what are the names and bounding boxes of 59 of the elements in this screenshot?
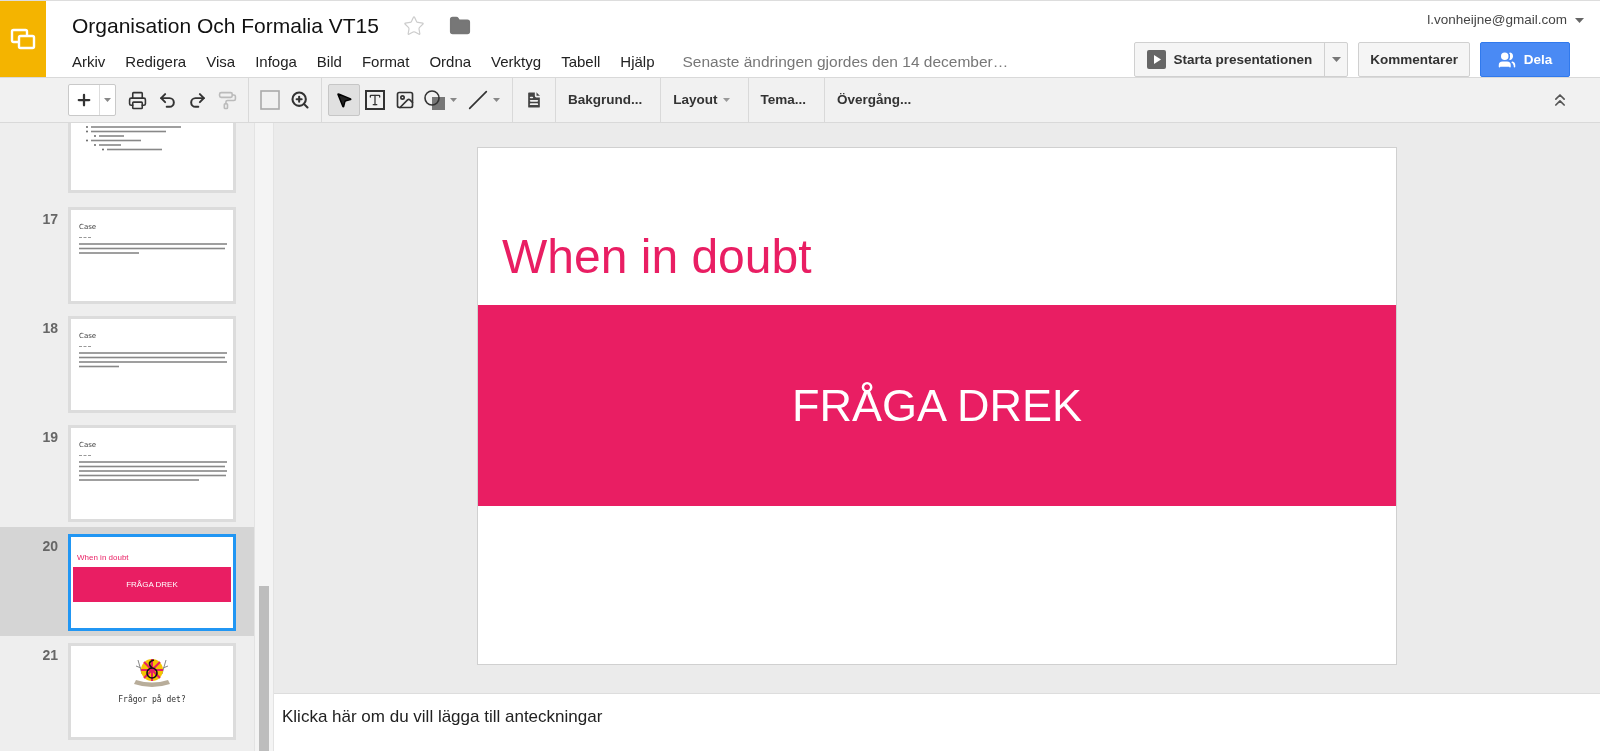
slide-number: 21: [42, 646, 58, 664]
print-icon: [127, 90, 147, 110]
thumbnail-text: Frågor på det?: [118, 695, 186, 704]
notes-placeholder[interactable]: Klicka här om du vill lägga till anteckningar: [282, 707, 603, 726]
band-text[interactable]: FRÅGA DREK: [791, 371, 1083, 440]
menu-item[interactable]: Tabell: [561, 50, 601, 74]
thumbnail-title: When in doubt: [76, 553, 130, 563]
menu-item[interactable]: Infoga: [255, 50, 297, 74]
plus-icon: [75, 91, 93, 109]
title-band[interactable]: FRÅGA DREK: [478, 305, 1396, 506]
star-icon[interactable]: [402, 15, 425, 37]
slide-number: 17: [42, 210, 58, 228]
menu-item[interactable]: Verktyg: [491, 50, 542, 74]
caret-icon[interactable]: [450, 98, 457, 102]
band-text: FRÅGA DREK: [126, 578, 178, 591]
menu-item[interactable]: Bild: [316, 50, 342, 74]
play-icon: [1147, 50, 1167, 70]
fit-icon: [259, 89, 281, 111]
caret-icon: [1331, 57, 1341, 63]
toolbar-text-button[interactable]: Tema...: [748, 77, 819, 123]
toolbar-text-button[interactable]: Övergång...: [825, 77, 924, 123]
select-tool-button[interactable]: [328, 84, 360, 116]
menu-item[interactable]: Redigera: [125, 50, 187, 74]
last-edit-link[interactable]: Senaste ändringen gjordes den 14 december…: [682, 50, 1009, 74]
undo-icon: [157, 90, 177, 110]
people-icon: [1497, 50, 1516, 69]
slide-thumbnail[interactable]: Frågor på det?: [68, 643, 236, 740]
zoom-icon: [290, 90, 310, 110]
slide-number: 18: [42, 319, 58, 337]
menu-item[interactable]: Hjälp: [620, 50, 655, 74]
slide-thumbnail[interactable]: [68, 123, 236, 193]
slide-number: 20: [42, 537, 58, 555]
toolbar-text-button[interactable]: Bakgrund...: [556, 77, 655, 123]
caret-icon[interactable]: [493, 98, 500, 102]
document-title[interactable]: Organisation Och Formalia VT15: [72, 10, 379, 42]
slides-logo-icon: [10, 27, 36, 51]
menu-item[interactable]: Ordna: [429, 50, 472, 74]
toolbar-text-button[interactable]: Layout: [661, 77, 742, 123]
folder-icon[interactable]: [448, 15, 471, 37]
caret-icon: [104, 98, 111, 102]
menu-item[interactable]: Format: [361, 50, 410, 74]
slide-title[interactable]: When in doubt: [502, 229, 812, 285]
shapes-icon: [423, 89, 447, 111]
slide-thumbnail[interactable]: When in doubt FRÅGA DREK: [68, 534, 236, 631]
menu-item[interactable]: Arkiv: [72, 50, 106, 74]
cursor-icon: [335, 91, 353, 109]
redo-icon: [187, 90, 207, 110]
image-icon: [395, 90, 415, 110]
slide-thumbnail-row[interactable]: 20 When in doubt FRÅGA DREK: [0, 527, 254, 636]
slide-number: 19: [42, 428, 58, 446]
caret-icon[interactable]: [1575, 17, 1584, 23]
account-email[interactable]: l.vonheijne@gmail.com: [1427, 10, 1567, 31]
slide-thumbnail-row[interactable]: 21 Frågor på det?: [0, 636, 254, 745]
line-icon: [468, 90, 488, 110]
scrollbar-thumb[interactable]: [259, 586, 269, 751]
text-box-icon: [365, 90, 385, 110]
paint-roller-icon: [217, 90, 237, 110]
menu-item[interactable]: Visa: [206, 50, 236, 74]
comments-button[interactable]: Kommentarer: [1358, 42, 1470, 78]
